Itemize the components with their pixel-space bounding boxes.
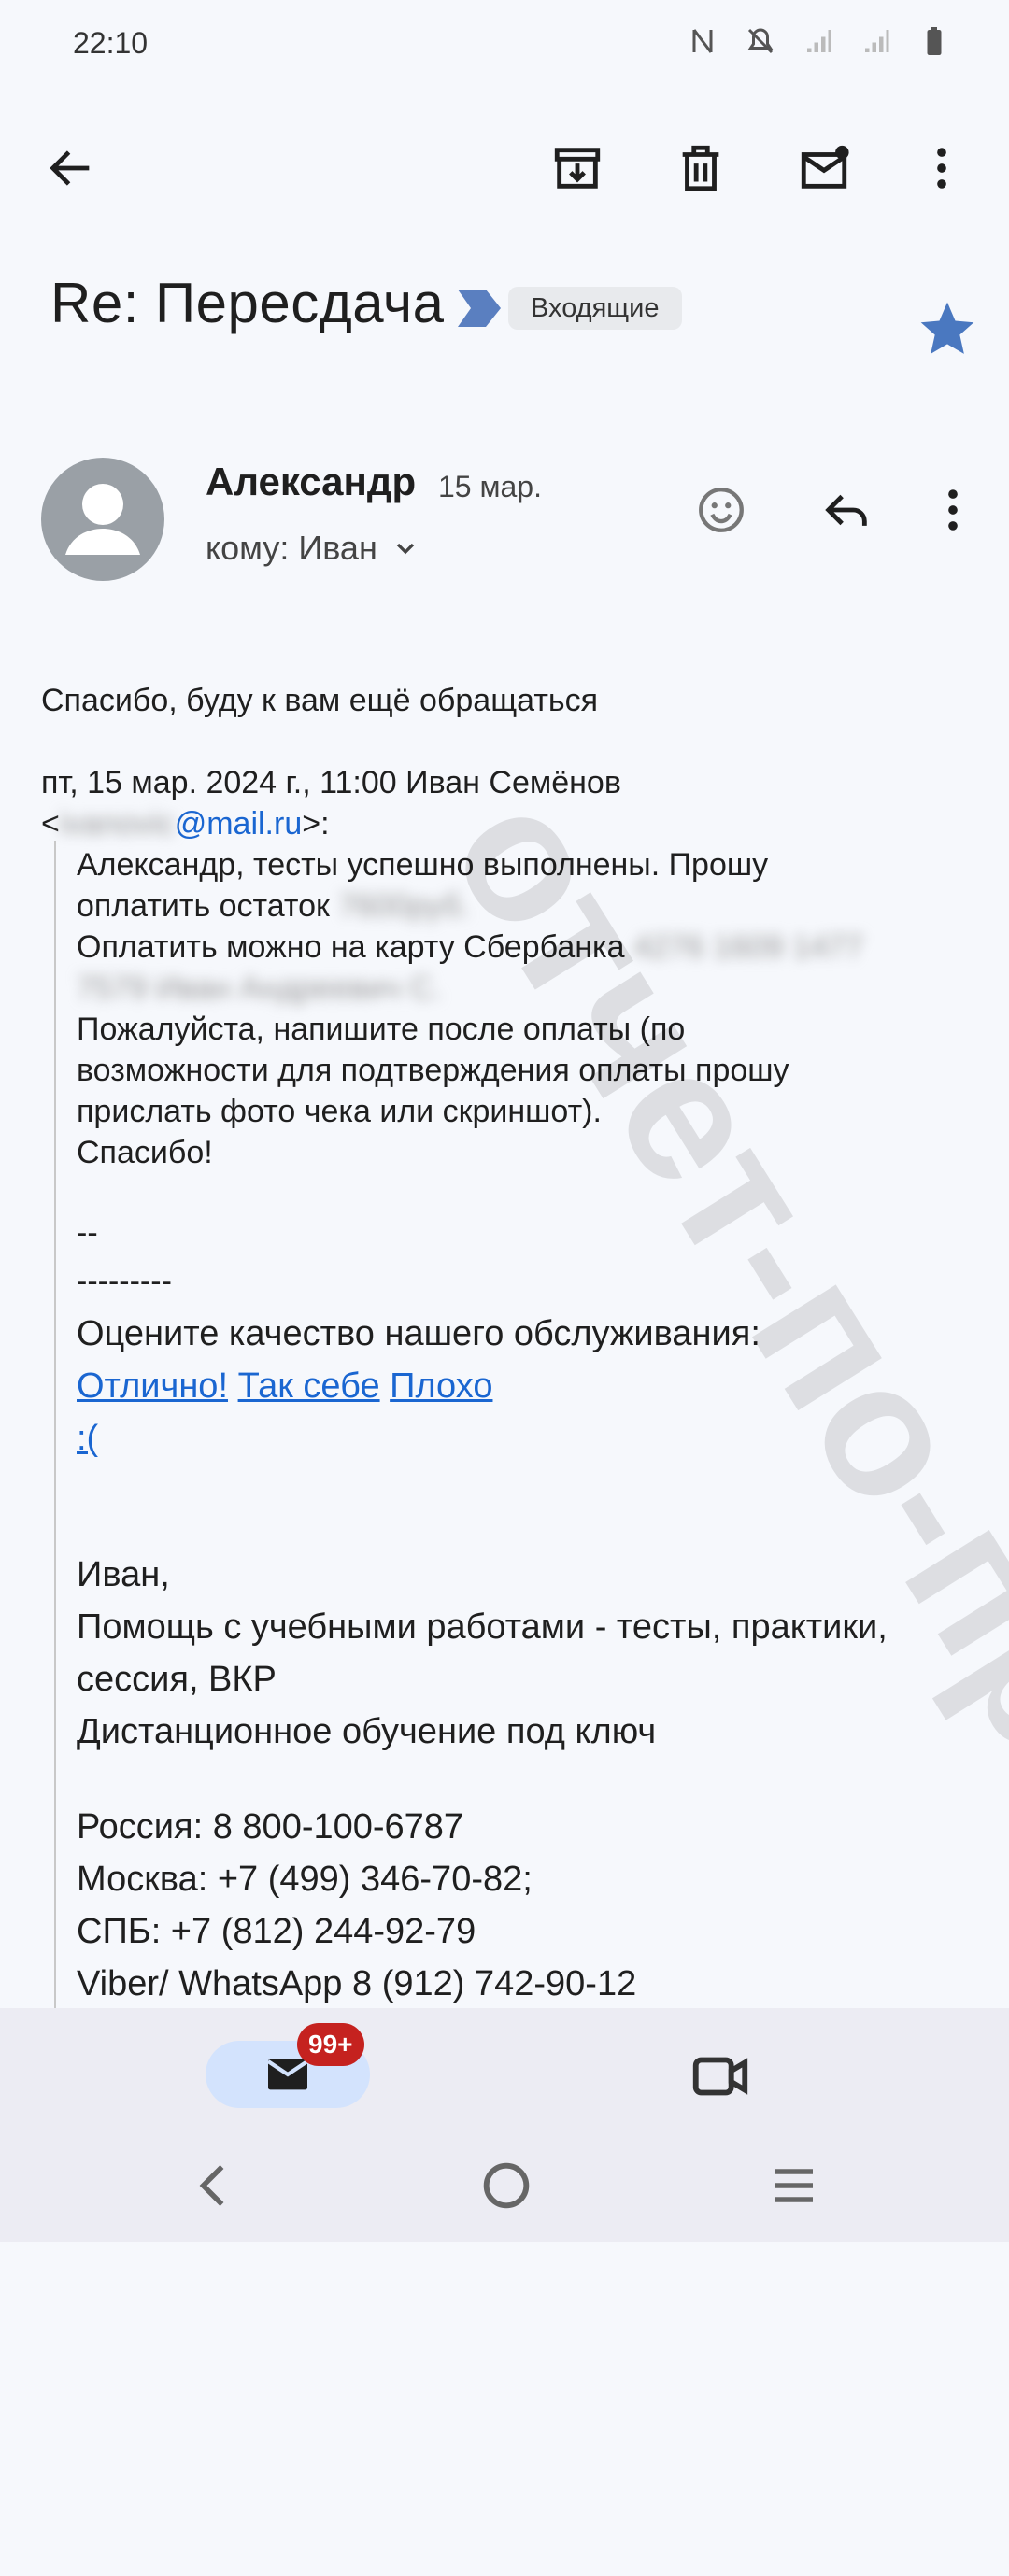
importance-arrow-icon [458,290,501,327]
recipient-toggle[interactable]: кому: Иван [206,529,420,568]
inbox-label[interactable]: Входящие [508,287,682,330]
arrow-back-icon [50,150,90,186]
emoji-icon [699,488,744,532]
rate-link-sad[interactable]: :( [77,1419,98,1458]
avatar[interactable] [41,458,164,581]
blurred-name: 7579 Иван Андреевич С. [77,970,442,1006]
email-date: 15 мар. [438,470,542,503]
person-icon [65,484,140,555]
signature-line: сессия, ВКР [77,1660,277,1699]
battery-icon [927,27,942,55]
phone-line: Viber/ WhatsApp 8 (912) 742-90-12 [77,1964,637,2003]
delete-button[interactable] [663,131,738,205]
reply-button[interactable] [809,473,884,547]
reply-icon [825,494,867,526]
unread-badge: 99+ [297,2023,364,2066]
quote-header-email: <ivanovic@mail.ru>: [41,806,330,842]
signature-line: Дистанционное обучение под ключ [77,1712,657,1751]
menu-icon [775,2169,813,2202]
quote-line: прислать фото чека или скриншот). [77,1094,602,1129]
archive-icon [554,148,601,189]
signal-icon-1 [807,30,831,52]
signal-icon-2 [865,30,889,52]
circle-icon [483,2162,530,2209]
rate-link-bad[interactable]: Плохо [390,1366,492,1406]
add-reaction-button[interactable] [684,473,759,547]
more-vert-icon [937,148,946,189]
mark-unread-button[interactable] [787,131,861,205]
signature-line: Помощь с учебными работами - тесты, прак… [77,1607,888,1647]
status-time: 22:10 [73,26,149,60]
phone-line: Россия: 8 800-100-6787 [77,1807,464,1847]
nfc-icon [692,29,713,53]
back-button[interactable] [34,131,108,205]
phone-line: Москва: +7 (499) 346-70-82; [77,1860,533,1899]
phone-line: СПБ: +7 (812) 244-92-79 [77,1912,476,1951]
archive-button[interactable] [540,131,615,205]
trash-icon [682,145,719,191]
mute-icon [747,28,774,54]
more-options-button[interactable] [904,131,979,205]
system-recents-button[interactable] [766,2158,822,2214]
star-icon [920,302,974,354]
chevron-down-icon [396,543,415,555]
rate-link-so-so[interactable]: Так себе [238,1366,380,1406]
mail-unread-icon [801,145,849,189]
recipient-label: кому: Иван [206,529,377,567]
chevron-left-icon [199,2165,224,2206]
system-back-button[interactable] [187,2158,243,2214]
rate-link-excellent[interactable]: Отлично! [77,1366,228,1406]
more-vert-icon [948,489,958,531]
quote-bar [54,841,56,2008]
nav-meet-tab[interactable] [688,2044,753,2109]
email-subject: Re: Пересдача [50,272,445,334]
system-home-button[interactable] [476,2156,536,2215]
message-more-button[interactable] [916,473,990,547]
email-link[interactable]: @mail.ru [175,806,303,842]
video-camera-icon [692,2057,748,2096]
sender-name: Александр [206,460,417,503]
blurred-email: ivanovic [59,806,175,842]
reply-text: Спасибо, буду к вам ещё обращаться [41,683,599,718]
status-icons [686,22,951,60]
star-button[interactable] [916,297,979,361]
